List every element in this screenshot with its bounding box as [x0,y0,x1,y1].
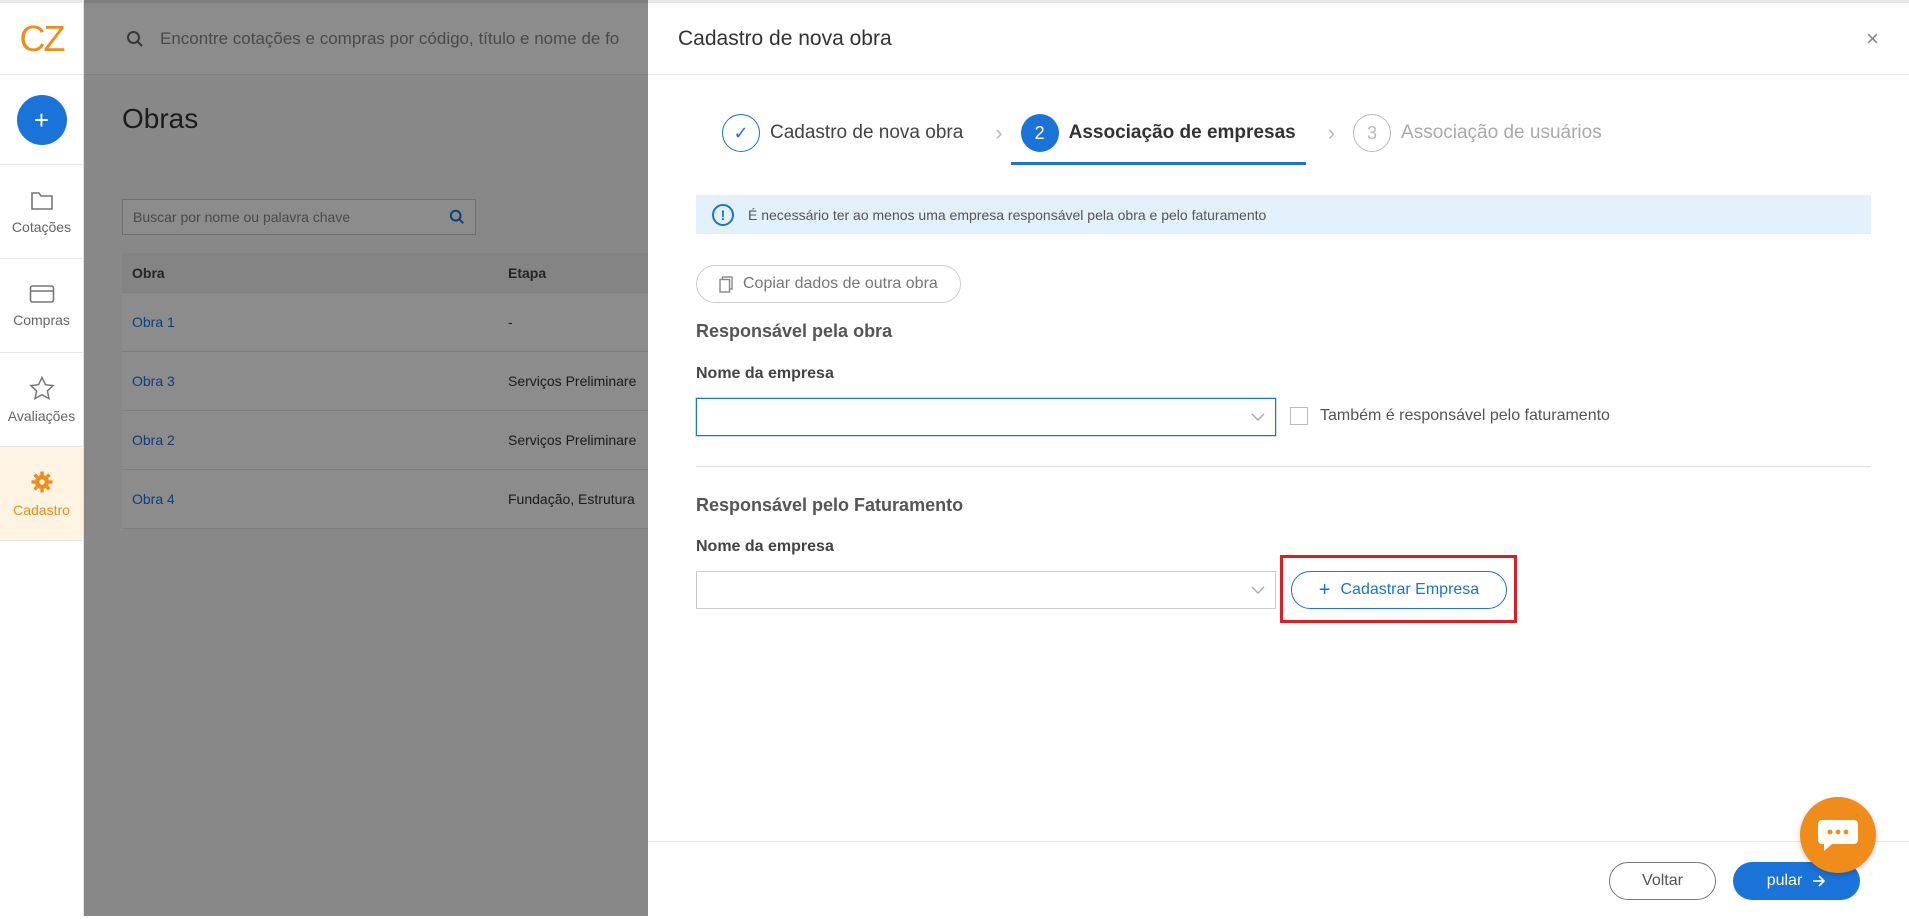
new-obra-drawer: Cadastro de nova obra × ✓ Cadastro de no… [648,0,1909,916]
step-number: 3 [1353,114,1391,152]
back-button[interactable]: Voltar [1609,862,1716,900]
info-icon: ! [712,204,734,226]
copy-icon [719,276,733,293]
step-associacao-usuarios[interactable]: 3 Associação de usuários [1343,98,1612,168]
faturamento-checkbox[interactable] [1290,407,1308,425]
section-title-responsavel-faturamento: Responsável pelo Faturamento [696,495,963,516]
check-icon: ✓ [722,114,760,152]
stepper: ✓ Cadastro de nova obra › 2 Associação d… [712,98,1612,168]
field-label-empresa-faturamento: Nome da empresa [696,538,834,556]
gear-icon [30,470,54,494]
close-icon[interactable]: × [1866,26,1879,52]
chevron-down-icon [1251,413,1265,422]
add-wrap: + [0,75,83,165]
step-associacao-empresas[interactable]: 2 Associação de empresas [1011,98,1306,168]
sidebar-item-label: Cadastro [13,502,70,518]
card-icon [29,284,55,304]
checkbox-label: Também é responsável pelo faturamento [1320,407,1610,425]
drawer-title: Cadastro de nova obra [678,27,892,51]
step-label: Associação de usuários [1401,122,1602,144]
step-label: Associação de empresas [1069,122,1296,144]
sidebar-item-compras[interactable]: Compras [0,259,83,353]
faturamento-checkbox-row[interactable]: Também é responsável pelo faturamento [1290,407,1610,425]
info-alert: ! É necessário ter ao menos uma empresa … [696,195,1871,234]
star-icon [29,376,55,400]
info-message: É necessário ter ao menos uma empresa re… [748,207,1266,223]
step-number: 2 [1021,114,1059,152]
section-divider [696,466,1871,467]
empresa-faturamento-select[interactable] [696,571,1276,609]
cadastrar-empresa-button[interactable]: + Cadastrar Empresa [1291,571,1507,609]
logo-text: CZ [20,18,64,60]
chevron-right-icon: › [1328,120,1335,146]
modal-overlay[interactable] [84,0,648,916]
plus-icon: + [1319,579,1331,602]
add-button[interactable]: + [17,95,67,145]
copy-data-button[interactable]: Copiar dados de outra obra [696,265,961,303]
step-label: Cadastro de nova obra [770,122,963,144]
drawer-header: Cadastro de nova obra × [648,3,1909,75]
arrow-right-icon [1812,875,1826,887]
chat-icon [1816,817,1860,853]
drawer-footer: Voltar pular [648,841,1909,919]
folder-icon [30,189,54,211]
chevron-right-icon: › [995,120,1002,146]
cadastrar-empresa-label: Cadastrar Empresa [1340,581,1479,599]
empresa-obra-select[interactable] [696,398,1276,436]
skip-label: pular [1767,872,1803,890]
sidebar-item-cotacoes[interactable]: Cotações [0,165,83,259]
field-label-empresa-obra: Nome da empresa [696,365,834,383]
sidebar-item-label: Cotações [12,219,71,235]
sidebar-item-label: Compras [13,312,70,328]
left-sidebar: CZ + Cotações Compras Avaliações Cadastr… [0,0,84,916]
copy-button-label: Copiar dados de outra obra [743,275,938,293]
sidebar-item-avaliacoes[interactable]: Avaliações [0,353,83,447]
step-cadastro[interactable]: ✓ Cadastro de nova obra [712,98,973,168]
app-logo[interactable]: CZ [0,0,83,75]
chevron-down-icon [1251,586,1265,595]
sidebar-item-cadastro[interactable]: Cadastro [0,447,83,541]
chat-button[interactable] [1800,797,1876,873]
section-title-responsavel-obra: Responsável pela obra [696,321,892,342]
sidebar-item-label: Avaliações [8,408,75,424]
